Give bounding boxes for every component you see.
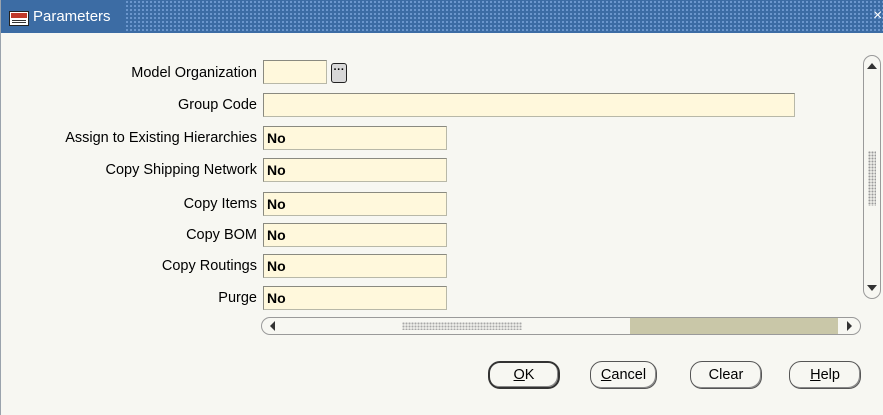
list-of-values-button[interactable]: ··· — [331, 63, 347, 83]
copy-items-field[interactable]: No — [263, 192, 447, 216]
group-code-label: Group Code — [178, 97, 257, 113]
copy-items-label: Copy Items — [183, 196, 257, 212]
clear-button[interactable]: Clear — [690, 361, 762, 389]
title-bar[interactable]: Parameters × — [1, 0, 883, 33]
copy-bom-field[interactable]: No — [263, 223, 447, 247]
ok-button[interactable]: OK — [488, 361, 560, 389]
cancel-button[interactable]: Cancel — [590, 361, 657, 389]
copy-shipping-network-label: Copy Shipping Network — [105, 162, 257, 178]
model-organization-label: Model Organization — [131, 65, 257, 81]
scroll-grip — [402, 322, 522, 330]
assign-hierarchies-field[interactable]: No — [263, 126, 447, 150]
purge-field[interactable]: No — [263, 286, 447, 310]
scroll-right-arrow-icon[interactable] — [847, 321, 852, 331]
scroll-left-arrow-icon[interactable] — [270, 321, 275, 331]
help-button[interactable]: Help — [789, 361, 861, 389]
horizontal-scroll-thumb[interactable] — [630, 318, 838, 334]
scroll-grip[interactable] — [868, 151, 876, 206]
close-icon[interactable]: × — [873, 6, 883, 26]
copy-shipping-network-field[interactable]: No — [263, 158, 447, 182]
scroll-up-arrow-icon[interactable] — [867, 63, 877, 69]
group-code-field[interactable] — [263, 93, 795, 117]
copy-routings-field[interactable]: No — [263, 254, 447, 278]
purge-label: Purge — [218, 290, 257, 306]
copy-bom-label: Copy BOM — [186, 227, 257, 243]
scroll-down-arrow-icon[interactable] — [867, 285, 877, 291]
parameters-window: Parameters × Model Organization ··· Grou… — [0, 0, 883, 415]
assign-hierarchies-label: Assign to Existing Hierarchies — [65, 130, 257, 146]
window-title: Parameters — [33, 8, 111, 25]
copy-routings-label: Copy Routings — [161, 258, 257, 274]
vertical-scrollbar[interactable] — [863, 55, 881, 299]
model-organization-field[interactable] — [263, 60, 327, 84]
oracle-forms-icon — [9, 11, 29, 26]
horizontal-scrollbar[interactable] — [261, 317, 861, 335]
